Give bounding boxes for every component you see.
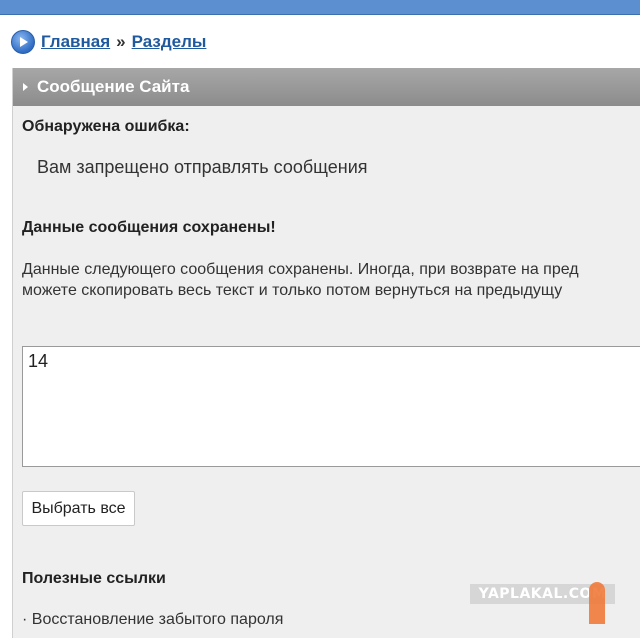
home-arrow-icon bbox=[11, 30, 35, 54]
saved-heading: Данные сообщения сохранены! bbox=[22, 219, 276, 236]
error-heading: Обнаружена ошибка: bbox=[22, 118, 190, 135]
saved-description-line-1: Данные следующего сообщения сохранены. И… bbox=[22, 261, 579, 278]
breadcrumb-home-link[interactable]: Главная bbox=[41, 32, 110, 52]
error-message: Вам запрещено отправлять сообщения bbox=[37, 157, 368, 177]
breadcrumb: Главная » Разделы bbox=[11, 30, 206, 54]
panel-title: Сообщение Сайта bbox=[37, 77, 190, 96]
select-all-button[interactable]: Выбрать все bbox=[22, 491, 135, 526]
top-nav-bar bbox=[0, 0, 640, 15]
useful-link-restore-password[interactable]: · Восстановление забытого пароля bbox=[22, 611, 283, 629]
site-message-panel: Сообщение Сайта Обнаружена ошибка: Вам з… bbox=[12, 68, 640, 638]
useful-links-heading: Полезные ссылки bbox=[22, 570, 166, 587]
breadcrumb-sections-link[interactable]: Разделы bbox=[132, 32, 207, 52]
saved-message-textarea[interactable]: 14 bbox=[22, 346, 640, 467]
breadcrumb-separator: » bbox=[116, 32, 126, 51]
panel-header: Сообщение Сайта bbox=[13, 68, 640, 106]
orange-pointer-stroke bbox=[589, 582, 605, 624]
saved-description-line-2: можете скопировать весь текст и только п… bbox=[22, 282, 563, 299]
triangle-right-icon bbox=[23, 83, 28, 91]
